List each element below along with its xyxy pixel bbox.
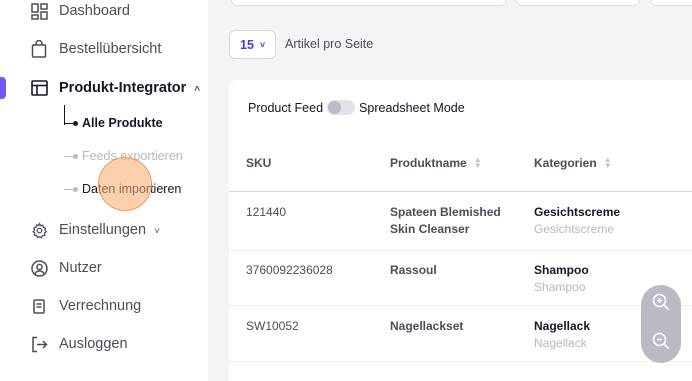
per-page-label: Artikel pro Seite [285,37,374,51]
category-main: Gesichtscreme [534,205,621,219]
zoom-in-icon [652,293,670,316]
chevron-down-icon[interactable]: ˅ [154,226,160,237]
tree-dot-icon [64,186,78,192]
row-divider [229,361,692,362]
sidebar-item-label: Dashboard [59,3,130,19]
sidebar-item-label: Produkt-Integrator [59,80,187,96]
gear-icon [30,221,48,239]
sidebar-item-label: Nutzer [59,260,102,276]
sidebar-item-users[interactable]: Nutzer [0,253,208,283]
category-main: Shampoo [534,263,589,277]
cell-product-name[interactable]: Nagellackset [390,318,463,335]
sidebar-item-orders[interactable]: Bestellübersicht [0,34,208,64]
subnav-item-label: Alle Produkte [82,116,163,130]
dashboard-icon [30,2,48,20]
category-main: Nagellack [534,319,591,333]
subnav-item-label: Feeds exportieren [82,149,183,163]
table-icon [30,79,48,97]
zoom-out-button[interactable] [641,324,681,363]
table-header-divider [229,191,692,192]
per-page-value: 15 [240,37,254,52]
category-sub: Gesichtscreme [534,222,615,236]
sidebar-item-settings[interactable]: Einstellungen ˅ [0,215,208,245]
product-name-line: Rassoul [390,263,437,277]
column-header-product-name[interactable]: Produktname ▲ ▼ [390,156,482,171]
product-feed-label: Product Feed [248,100,324,115]
product-name-line: Skin Cleanser [390,222,470,236]
category-sub: Nagellack [534,336,587,350]
feed-mode-switch: Product Feed Spreadsheet Mode [248,100,465,115]
sort-icon[interactable]: ▲ ▼ [604,156,612,170]
subnav-item-all-products[interactable]: Alle Produkte [64,113,163,133]
sidebar-item-label-wrap: Produkt-Integrator ˄ [59,80,200,96]
chevron-down-icon: ˅ [259,39,266,50]
subnav-item-export-feeds[interactable]: Feeds exportieren [64,146,183,166]
row-divider [229,305,692,306]
column-header-label: Produktname [390,156,467,170]
cell-sku: 121440 [246,205,287,219]
cell-category: Nagellack Nagellack [534,318,590,352]
column-header-label: Kategorien [534,156,597,170]
chevron-up-icon[interactable]: ˄ [194,84,200,95]
sidebar-item-billing[interactable]: Verrechnung [0,291,208,321]
sidebar-item-label: Ausloggen [59,336,128,352]
product-name-line: Spateen Blemished [390,205,501,219]
cell-product-name[interactable]: Spateen Blemished Skin Cleanser [390,204,501,238]
column-header-categories[interactable]: Kategorien ▲ ▼ [534,156,612,171]
column-header-sku[interactable]: SKU [246,156,271,170]
cell-product-name[interactable]: Rassoul [390,262,437,279]
receipt-icon [30,297,48,315]
filter-card[interactable] [516,0,640,6]
sidebar: Dashboard Bestellübersicht Produkt-Integ… [0,0,208,381]
category-sub: Shampoo [534,280,586,294]
toggle-knob [328,101,342,114]
filter-card[interactable] [650,0,692,6]
sidebar-item-product-integrator[interactable]: Produkt-Integrator ˄ [0,73,208,103]
cell-category: Shampoo Shampoo [534,262,589,296]
subnav-item-import-data[interactable]: Daten importieren [64,179,181,199]
tree-dot-icon [64,153,78,159]
product-name-line: Nagellackset [390,319,464,333]
sidebar-item-label: Bestellübersicht [59,41,162,57]
spreadsheet-mode-toggle[interactable] [327,100,356,115]
logout-icon [30,335,48,353]
sidebar-item-logout[interactable]: Ausloggen [0,329,208,359]
sidebar-item-label-wrap: Einstellungen ˅ [59,222,160,238]
sidebar-item-label: Verrechnung [59,298,142,314]
shopping-bag-icon [30,40,48,58]
tree-dot-icon [64,120,78,126]
cell-sku: 3760092236028 [246,263,333,277]
row-divider [229,250,692,251]
cell-category: Gesichtscreme Gesichtscreme [534,204,620,238]
cell-sku: SW10052 [246,319,299,333]
subnav-item-label: Daten importieren [82,182,182,196]
product-table-card: Product Feed Spreadsheet Mode SKU Produk… [229,80,692,381]
user-icon [30,259,48,277]
sort-icon[interactable]: ▲ ▼ [474,156,482,170]
per-page-select[interactable]: 15 ˅ [229,30,276,59]
sidebar-item-dashboard[interactable]: Dashboard [0,0,208,26]
sidebar-item-label: Einstellungen [59,222,147,238]
zoom-out-icon [652,332,670,355]
zoom-in-button[interactable] [641,285,681,324]
column-header-label: SKU [246,156,272,170]
filter-card[interactable] [231,0,507,6]
zoom-controls [641,285,681,363]
spreadsheet-mode-label: Spreadsheet Mode [359,100,465,115]
